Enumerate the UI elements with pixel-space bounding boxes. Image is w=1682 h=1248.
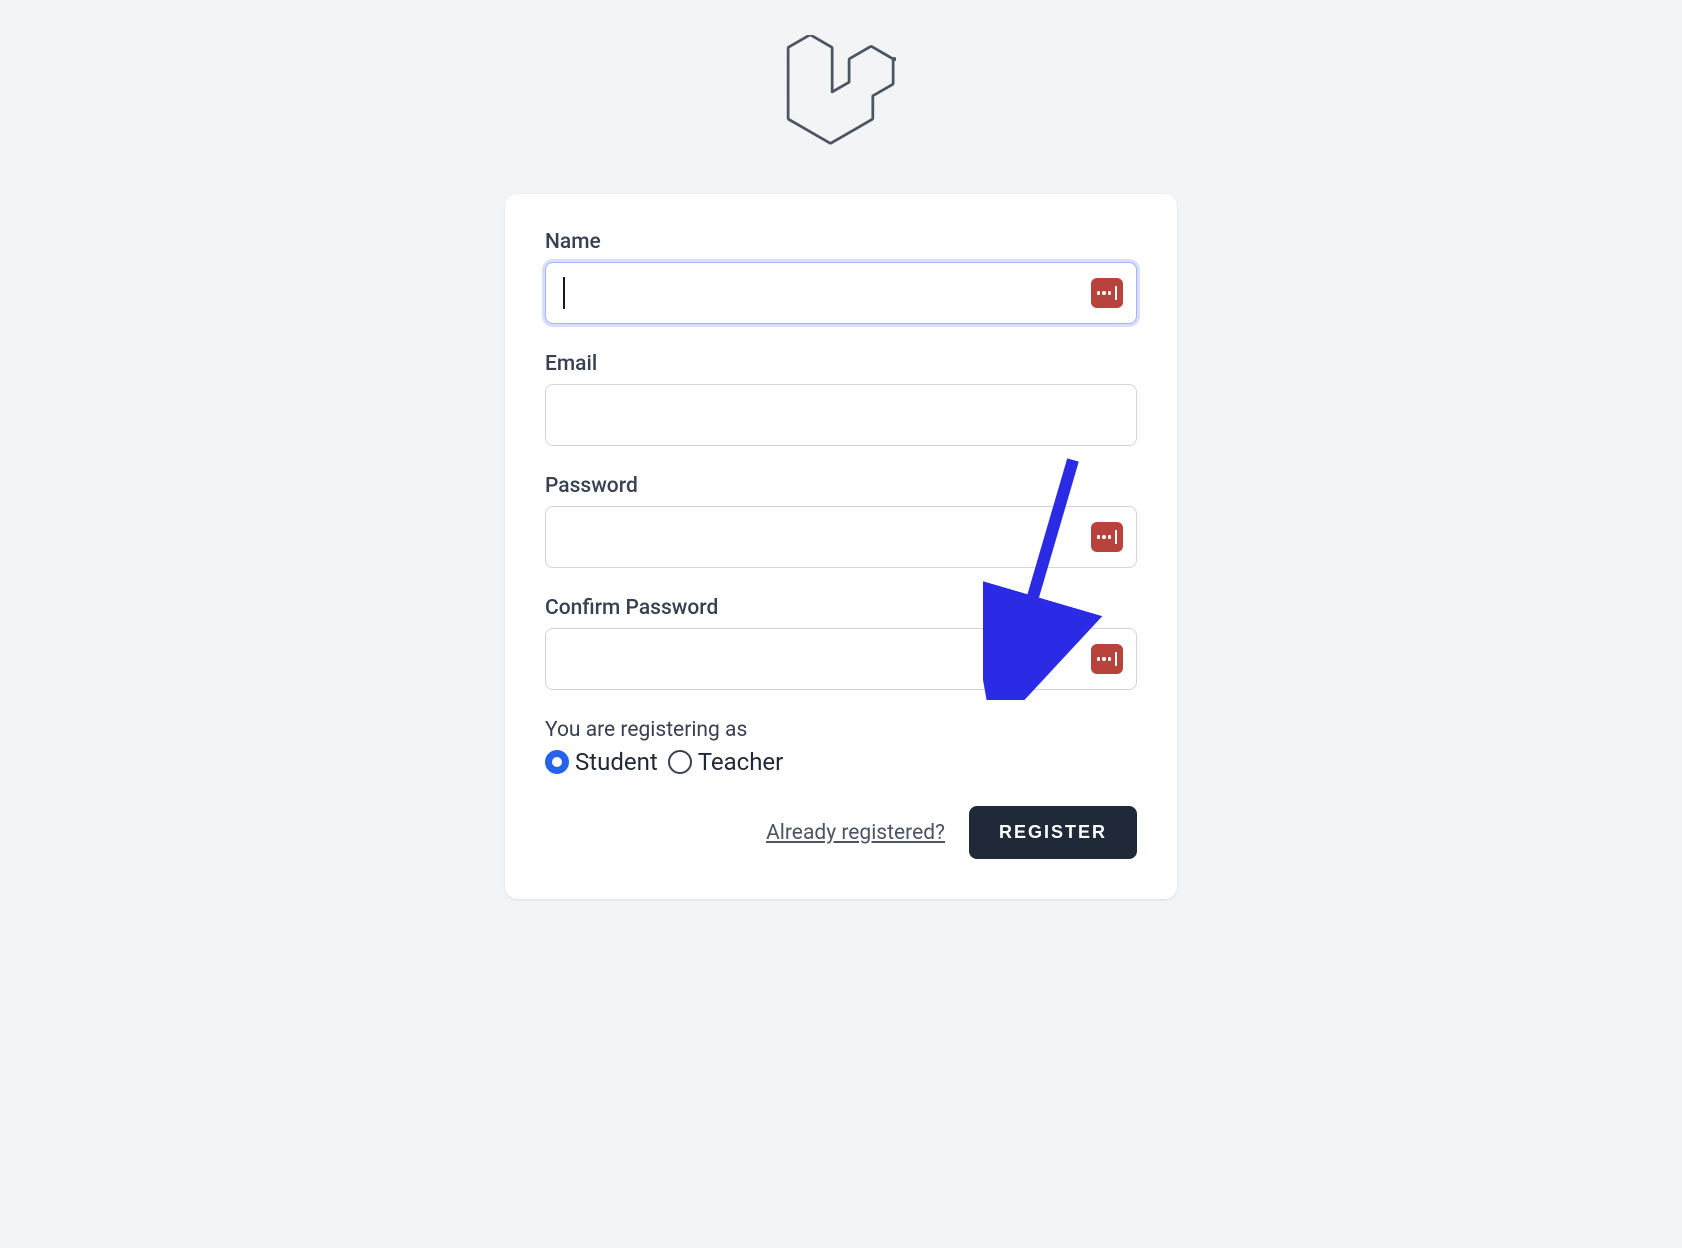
logo [786,35,896,149]
email-input-wrap [545,384,1137,446]
email-label: Email [545,352,1137,376]
name-label: Name [545,230,1137,254]
confirm-password-field-group: Confirm Password [545,596,1137,690]
actions-row: Already registered? REGISTER [545,806,1137,859]
role-radio-teacher-wrap[interactable]: Teacher [668,748,794,776]
email-field-group: Email [545,352,1137,446]
role-label: You are registering as [545,718,1137,742]
confirm-password-input-wrap [545,628,1137,690]
confirm-password-label: Confirm Password [545,596,1137,620]
email-input[interactable] [545,384,1137,446]
name-field-group: Name [545,230,1137,324]
text-caret-icon [563,277,565,309]
password-label: Password [545,474,1137,498]
role-teacher-label: Teacher [698,748,784,776]
password-input-wrap [545,506,1137,568]
register-button[interactable]: REGISTER [969,806,1137,859]
password-manager-icon[interactable] [1091,644,1123,674]
password-manager-icon[interactable] [1091,278,1123,308]
radio-unchecked-icon [668,750,692,774]
password-manager-icon[interactable] [1091,522,1123,552]
password-input[interactable] [545,506,1137,568]
role-section: You are registering as Student Teacher [545,718,1137,776]
confirm-password-input[interactable] [545,628,1137,690]
name-input-wrap [545,262,1137,324]
role-radio-student-wrap[interactable]: Student [545,748,668,776]
already-registered-link[interactable]: Already registered? [766,821,945,845]
password-field-group: Password [545,474,1137,568]
radio-checked-icon [545,750,569,774]
role-radio-group: Student Teacher [545,748,1137,776]
laravel-logo-icon [786,35,896,145]
register-card: Name Email Password Confirm Password [505,194,1177,899]
role-student-label: Student [575,748,658,776]
name-input[interactable] [545,262,1137,324]
